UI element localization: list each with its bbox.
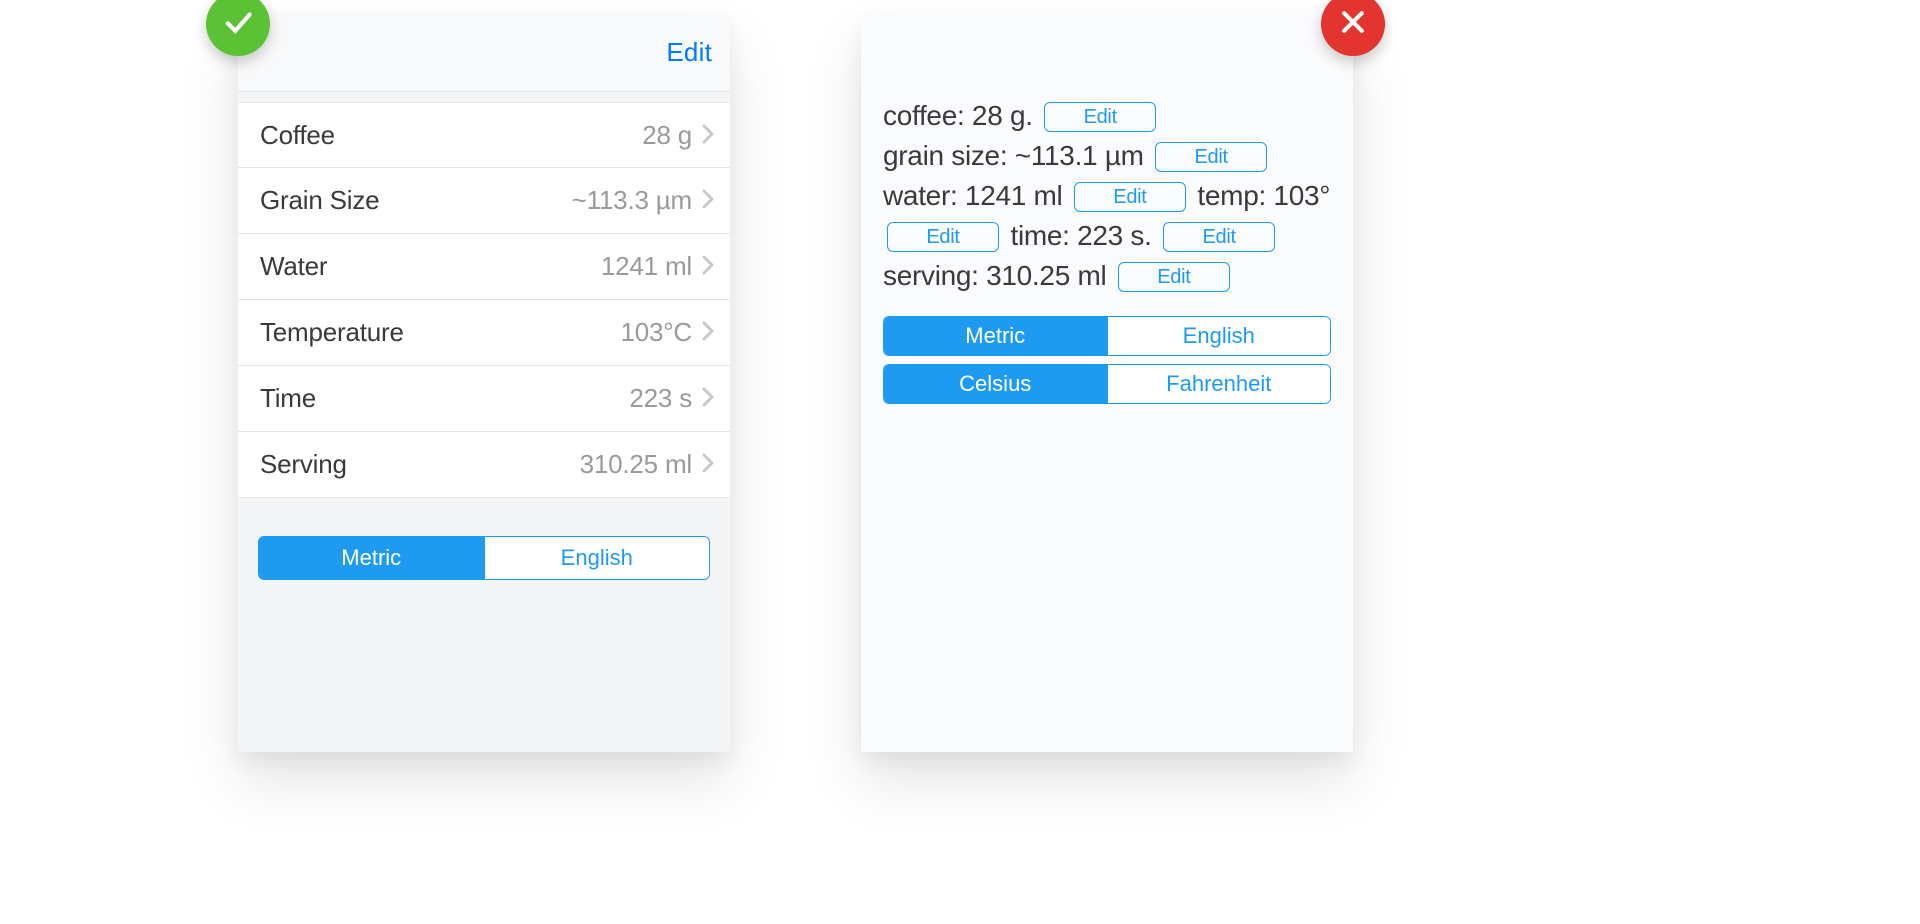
text-temp: temp: 103°	[1197, 180, 1330, 211]
temperature-segmented-control: Celsius Fahrenheit	[883, 364, 1331, 404]
row-temperature[interactable]: Temperature 103°C	[238, 300, 730, 366]
text-water: water: 1241 ml	[883, 180, 1062, 211]
segment-english[interactable]: English	[1107, 317, 1331, 355]
chevron-right-icon	[702, 251, 714, 282]
edit-button-time[interactable]: Edit	[1163, 222, 1275, 252]
row-water[interactable]: Water 1241 ml	[238, 234, 730, 300]
prose-block: coffee: 28 g. Edit grain size: ~113.1 µm…	[883, 96, 1331, 296]
row-value: 28 g	[642, 120, 692, 151]
units-segmented-control: Metric English	[258, 536, 710, 580]
text-grain-size: grain size: ~113.1 µm	[883, 140, 1144, 171]
row-label: Time	[260, 383, 316, 414]
chevron-right-icon	[702, 185, 714, 216]
cross-icon	[1336, 5, 1370, 44]
edit-button-temp[interactable]: Edit	[887, 222, 999, 252]
text-serving: serving: 310.25 ml	[883, 260, 1106, 291]
row-value: 310.25 ml	[580, 449, 692, 480]
row-value: ~113.3 µm	[572, 185, 692, 216]
row-time[interactable]: Time 223 s	[238, 366, 730, 432]
chevron-right-icon	[702, 317, 714, 348]
edit-button-water[interactable]: Edit	[1074, 182, 1186, 212]
settings-list: Coffee 28 g Grain Size ~113.3 µm Water 1…	[238, 102, 730, 498]
text-time: time: 223 s.	[1010, 220, 1151, 251]
edit-button-grain-size[interactable]: Edit	[1155, 142, 1267, 172]
segment-metric[interactable]: Metric	[259, 537, 484, 579]
edit-button[interactable]: Edit	[666, 37, 712, 68]
checkmark-icon	[221, 5, 255, 44]
bad-example-panel: coffee: 28 g. Edit grain size: ~113.1 µm…	[861, 14, 1353, 752]
row-value: 103°C	[620, 317, 692, 348]
row-label: Serving	[260, 449, 347, 480]
row-value: 1241 ml	[601, 251, 692, 282]
row-coffee[interactable]: Coffee 28 g	[238, 102, 730, 168]
row-label: Water	[260, 251, 327, 282]
segment-celsius[interactable]: Celsius	[884, 365, 1107, 403]
edit-button-serving[interactable]: Edit	[1118, 262, 1230, 292]
edit-button-coffee[interactable]: Edit	[1044, 102, 1156, 132]
chevron-right-icon	[702, 120, 714, 151]
segment-fahrenheit[interactable]: Fahrenheit	[1107, 365, 1331, 403]
units-segmented-control: Metric English	[883, 316, 1331, 356]
navbar: Edit	[238, 14, 730, 92]
row-label: Grain Size	[260, 185, 379, 216]
row-label: Coffee	[260, 120, 335, 151]
chevron-right-icon	[702, 449, 714, 480]
segment-english[interactable]: English	[484, 537, 710, 579]
text-coffee: coffee: 28 g.	[883, 100, 1033, 131]
row-label: Temperature	[260, 317, 404, 348]
row-serving[interactable]: Serving 310.25 ml	[238, 432, 730, 498]
chevron-right-icon	[702, 383, 714, 414]
good-example-panel: Edit Coffee 28 g Grain Size ~113.3 µm Wa…	[238, 14, 730, 752]
row-grain-size[interactable]: Grain Size ~113.3 µm	[238, 168, 730, 234]
row-value: 223 s	[629, 383, 692, 414]
segment-metric[interactable]: Metric	[884, 317, 1107, 355]
bad-badge	[1321, 0, 1385, 56]
